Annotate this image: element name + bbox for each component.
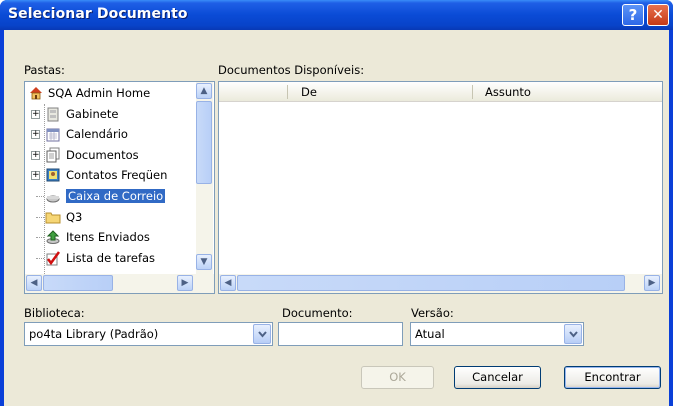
version-dropdown[interactable]: Atual <box>410 322 584 346</box>
tree-item[interactable]: Q3 <box>25 208 195 228</box>
tree-item[interactable]: SQA Admin Home <box>25 84 195 104</box>
column-header-from[interactable]: De <box>301 82 317 102</box>
tree-item-label: Contatos Freqüen <box>66 168 168 183</box>
version-label: Versão: <box>411 306 454 320</box>
documents-list[interactable]: De Assunto ◀ ▶ <box>218 81 663 294</box>
tree-item-label: Itens Enviados <box>66 230 150 245</box>
folders-vertical-scrollbar[interactable]: ▲ ▼ <box>196 82 213 274</box>
select-document-dialog: Selecionar Documento ? ✕ Pastas: SQA Adm… <box>0 0 673 406</box>
folders-tree[interactable]: SQA Admin Home + Gabinete + Calendário + Docum… <box>24 81 215 294</box>
tree-item-label: Caixa de Correio <box>64 188 167 204</box>
document-label: Documento: <box>282 306 353 320</box>
scroll-right-button[interactable]: ▶ <box>177 275 193 291</box>
expand-icon[interactable]: + <box>31 171 40 181</box>
scroll-left-button[interactable]: ◀ <box>220 275 236 291</box>
documents-icon <box>45 147 61 163</box>
tree-branch-line <box>36 216 44 218</box>
close-button[interactable]: ✕ <box>647 4 669 26</box>
tree-item-label: Gabinete <box>66 106 119 121</box>
help-button[interactable]: ? <box>622 4 644 26</box>
dialog-body: Pastas: SQA Admin Home + Gabinete + Calendár… <box>4 30 669 406</box>
scroll-down-button[interactable]: ▼ <box>196 254 212 270</box>
documents-horizontal-scrollbar[interactable]: ◀ ▶ <box>219 274 662 293</box>
scroll-up-button[interactable]: ▲ <box>196 83 212 99</box>
expand-icon[interactable]: + <box>31 150 40 160</box>
cabinet-icon <box>45 106 61 122</box>
folders-vscroll-thumb[interactable] <box>196 101 212 184</box>
folders-hscroll-thumb[interactable] <box>43 275 113 291</box>
expand-icon[interactable]: + <box>31 109 40 119</box>
checklist-icon <box>45 250 61 266</box>
tree-item[interactable]: + Contatos Freqüen <box>25 166 195 186</box>
folders-horizontal-scrollbar[interactable]: ◀ ▶ <box>25 274 214 293</box>
column-separator <box>472 85 473 99</box>
mailbox-icon <box>45 188 61 204</box>
close-icon: ✕ <box>652 7 664 23</box>
document-input[interactable] <box>278 322 403 346</box>
scroll-right-button[interactable]: ▶ <box>644 275 660 291</box>
calendar-icon <box>45 126 61 142</box>
tree-item[interactable]: + Calendário <box>25 125 195 145</box>
sent-items-icon <box>45 229 61 245</box>
library-dropdown[interactable]: po4ta Library (Padrão) <box>24 322 273 346</box>
library-label: Biblioteca: <box>24 306 85 320</box>
title-bar[interactable]: Selecionar Documento ? ✕ <box>0 0 673 30</box>
tree-item-label: Lista de tarefas <box>66 250 156 265</box>
tree-item[interactable]: + Documentos <box>25 146 195 166</box>
tree-branch-line <box>36 257 44 259</box>
contacts-icon <box>45 167 61 183</box>
tree-item-label: Q3 <box>66 209 83 224</box>
folders-label: Pastas: <box>24 63 65 77</box>
ok-button[interactable]: OK <box>361 366 434 389</box>
expand-icon[interactable]: + <box>31 130 40 140</box>
tree-item[interactable]: Lista de tarefas <box>25 249 195 269</box>
tree-item[interactable]: Itens Enviados <box>25 228 195 248</box>
tree-item-label: SQA Admin Home <box>48 86 151 100</box>
chevron-down-icon[interactable] <box>253 324 271 344</box>
help-icon: ? <box>628 6 638 24</box>
tree-branch-line <box>36 237 44 239</box>
window-title: Selecionar Documento <box>8 6 188 22</box>
documents-hscroll-thumb[interactable] <box>237 275 625 291</box>
documents-list-header: De Assunto <box>219 82 662 102</box>
column-separator <box>287 85 288 99</box>
tree-item-label: Documentos <box>66 147 139 162</box>
tree-item[interactable]: + Gabinete <box>25 105 195 125</box>
tree-item-label: Calendário <box>66 127 128 142</box>
chevron-down-icon[interactable] <box>564 324 582 344</box>
home-icon <box>28 85 44 101</box>
version-value: Atual <box>415 327 445 341</box>
folder-icon <box>45 209 61 225</box>
tree-item[interactable]: Caixa de Correio <box>25 187 195 207</box>
documents-label: Documentos Disponíveis: <box>218 63 365 77</box>
find-button[interactable]: Encontrar <box>564 366 661 389</box>
cancel-button[interactable]: Cancelar <box>454 366 541 389</box>
column-header-subject[interactable]: Assunto <box>485 82 531 102</box>
scroll-left-button[interactable]: ◀ <box>26 275 42 291</box>
tree-branch-line <box>36 196 44 197</box>
library-value: po4ta Library (Padrão) <box>29 327 159 341</box>
